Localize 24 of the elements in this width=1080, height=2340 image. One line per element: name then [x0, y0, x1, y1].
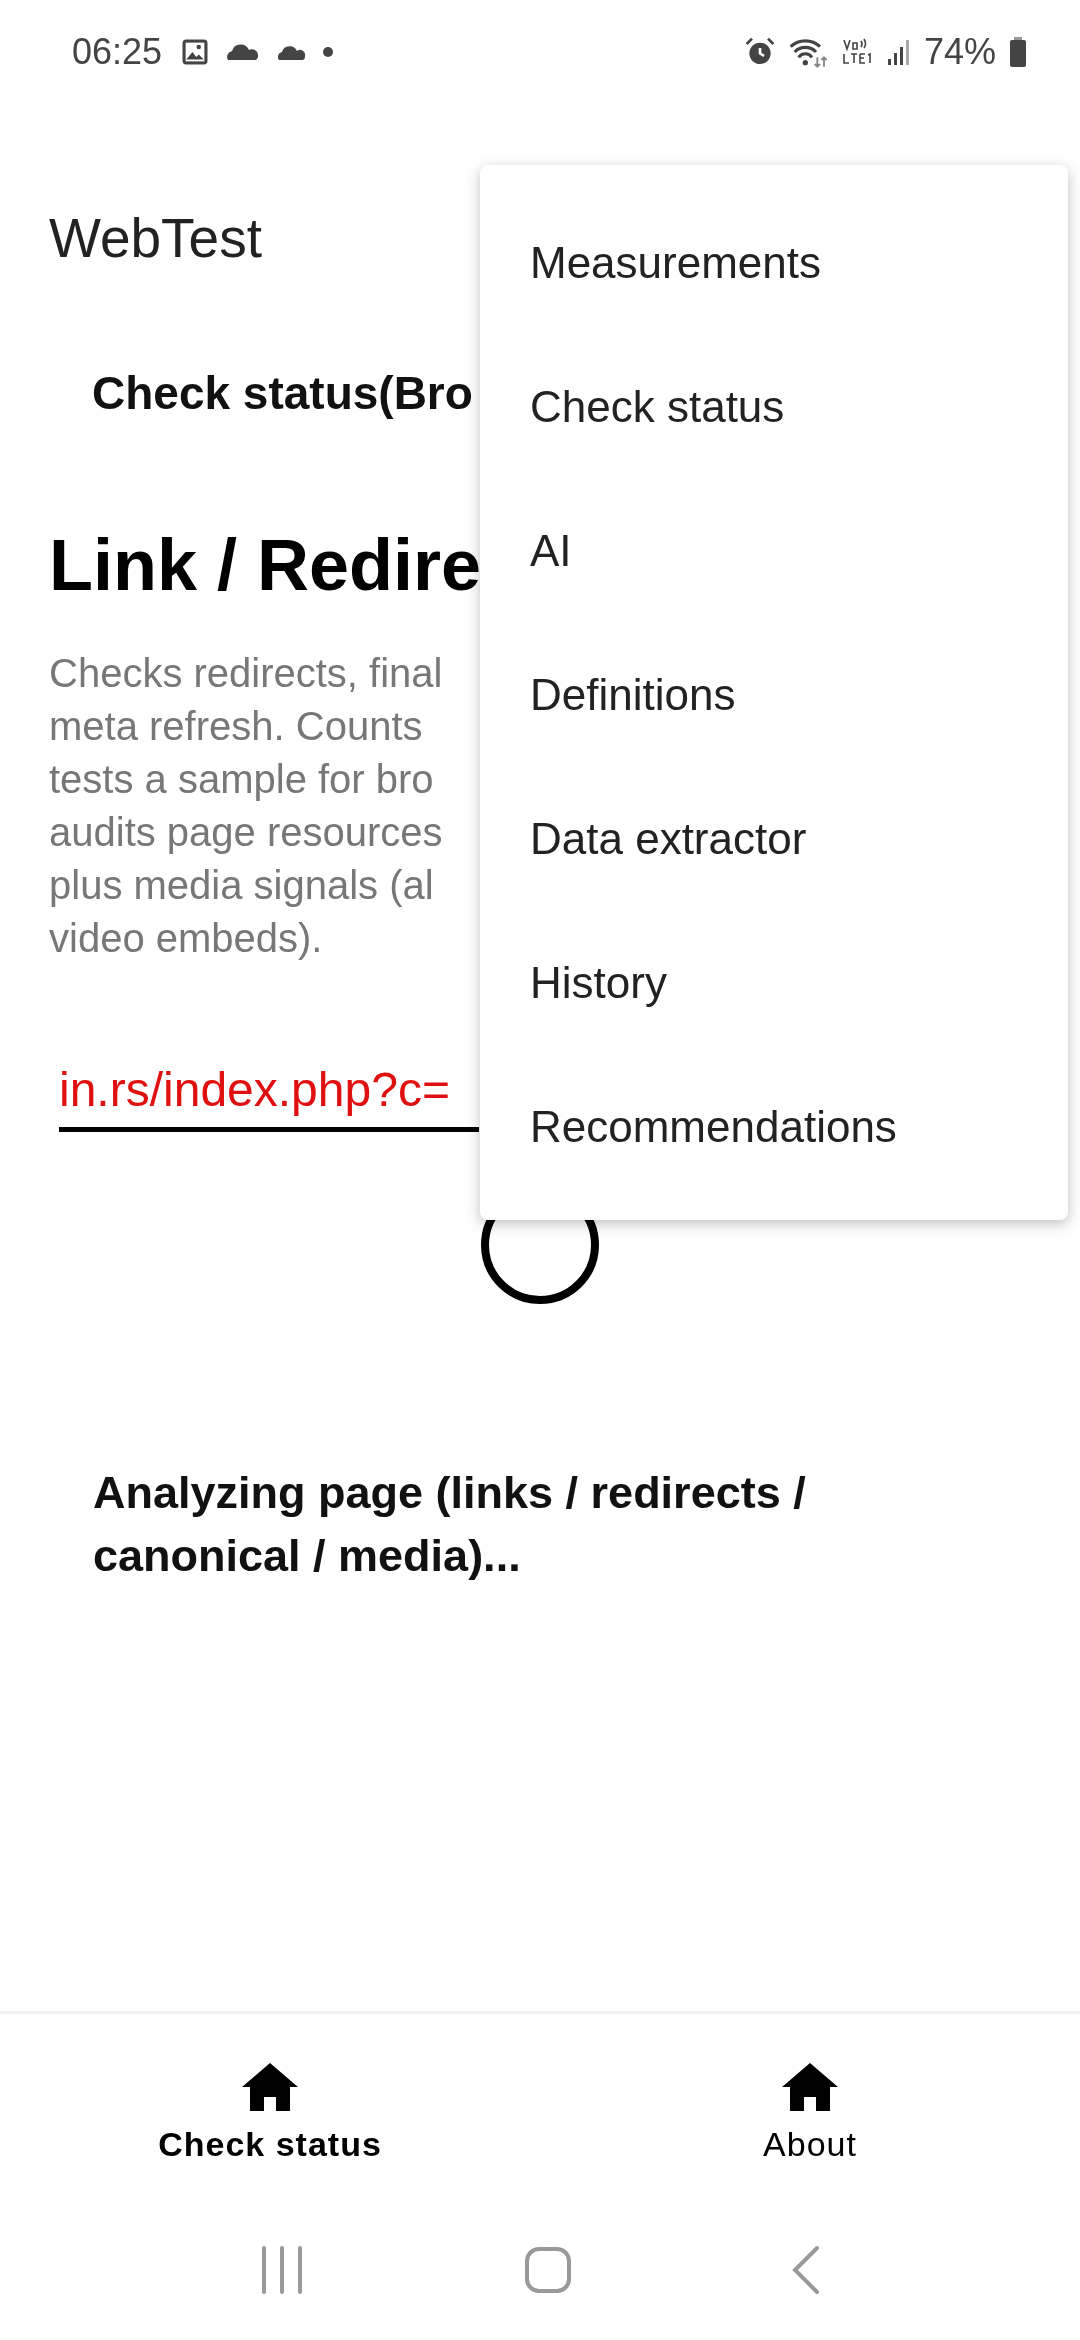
battery-percentage: 74%: [923, 31, 996, 73]
menu-item[interactable]: Check status: [480, 335, 1068, 479]
back-icon: [790, 2245, 821, 2295]
nav-tab[interactable]: About: [660, 2050, 960, 2174]
signal-icon: [885, 37, 912, 67]
battery-icon: [1008, 36, 1028, 68]
description-text: Checks redirects, final meta refresh. Counts tests a sample for bro audits page resources plus media signals (al video embeds).: [49, 650, 443, 962]
menu-item[interactable]: AI: [480, 479, 1068, 623]
dot-icon: [322, 46, 335, 58]
menu-item[interactable]: History: [480, 911, 1068, 1055]
screen-subtitle: Check status(Bro: [92, 366, 473, 421]
home-icon: [780, 2060, 840, 2113]
home-button-icon: [524, 2246, 572, 2294]
page-heading: Link / Redire: [49, 524, 482, 607]
home-icon: [240, 2060, 300, 2113]
progress-message: Analyzing page (links / redirects / canonical / media)...: [93, 1466, 807, 1583]
menu-item[interactable]: Measurements: [480, 191, 1068, 335]
menu-item[interactable]: Data extractor: [480, 767, 1068, 911]
menu-item[interactable]: Recommendations: [480, 1055, 1068, 1199]
image-icon: [180, 37, 211, 67]
clock-time: 06:25: [72, 31, 163, 73]
app-title: WebTest: [49, 206, 262, 270]
nav-tab[interactable]: Check status: [120, 2050, 420, 2174]
menu-item[interactable]: Definitions: [480, 623, 1068, 767]
